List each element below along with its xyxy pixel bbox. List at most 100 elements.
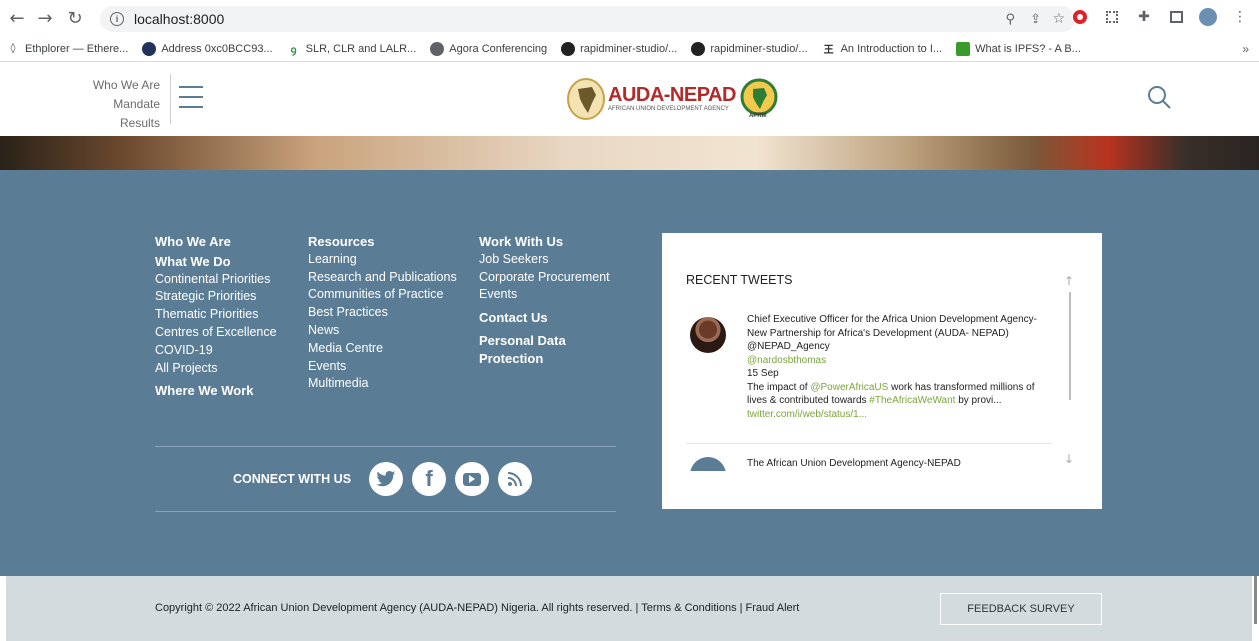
back-icon[interactable]: ← [6,7,28,29]
footer-what-we-do[interactable]: What We Do [155,253,277,271]
bookmark-item[interactable]: rapidminer-studio/... [561,41,677,56]
copyright-bar: Copyright © 2022 African Union Developme… [6,576,1252,641]
africa-emblem-icon [567,78,605,120]
tweet-handle[interactable]: @nardosbthomas [747,354,1052,368]
extensions-puzzle-icon[interactable]: ✚ [1135,8,1153,26]
url-text: localhost:8000 [134,11,225,27]
ethereum-icon: ◊ [10,43,16,54]
site-header: Who We Are Mandate Results AUDA-NEPAD AF… [0,62,1259,136]
etherscan-icon [142,41,157,56]
footer-link[interactable]: Strategic Priorities [155,288,277,306]
rss-icon[interactable] [498,462,533,496]
footer-link[interactable]: Continental Priorities [155,271,277,289]
youtube-icon[interactable] [455,462,490,496]
tweet-hashtag[interactable]: #TheAfricaWeWant [869,395,955,406]
browser-toolbar: ← → ↻ i localhost:8000 ⚲ ⇪ ☆ ✚ ⋮ [0,0,1259,36]
bookmark-item[interactable]: 王 An Introduction to I... [822,42,943,57]
copyright-text: Copyright © 2022 African Union Developme… [155,602,800,614]
footer-link[interactable]: Best Practices [308,304,457,322]
tweet-date: 15 Sep [747,368,779,379]
tweets-scrollbar[interactable] [1069,292,1071,400]
avatar [690,317,726,353]
github-icon [561,41,576,56]
footer-work-with-us[interactable]: Work With Us [479,233,610,251]
twitter-icon[interactable] [369,462,404,496]
menu-results[interactable]: Results [80,114,160,133]
auda-nepad-logo[interactable]: AUDA-NEPAD AFRICAN UNION DEVELOPMENT AGE… [566,70,784,128]
bookmark-item[interactable]: What is IPFS? - A B... [956,41,1081,56]
footer-link[interactable]: Media Centre [308,340,457,358]
github-icon [691,41,706,56]
scroll-down-icon[interactable]: ↓ [1064,452,1074,466]
footer-personal-data[interactable]: Personal Data [479,332,610,350]
zoom-icon[interactable]: ⚲ [1005,12,1015,27]
search-icon[interactable] [1146,84,1172,110]
footer-where-we-work[interactable]: Where We Work [155,382,277,400]
bookmark-star-icon[interactable]: ☆ [1052,11,1065,27]
site-info-icon[interactable]: i [110,12,124,26]
ipfs-icon [956,41,971,56]
bookmark-item[interactable]: Agora Conferencing [430,41,547,56]
tweet-link[interactable]: twitter.com/i/web/status/1... [747,408,1052,422]
bookmark-item[interactable]: Address 0xc0BCC93... [142,41,273,56]
forward-icon[interactable]: → [34,7,56,29]
hamburger-menu-icon[interactable] [170,74,203,124]
intro-doc-icon: 王 [823,45,834,56]
tweets-widget: RECENT TWEETS Chief Executive Officer fo… [662,233,1102,509]
footer-link[interactable]: COVID-19 [155,342,277,360]
footer-resources[interactable]: Resources [308,233,457,251]
bookmark-item[interactable]: rapidminer-studio/... [691,41,808,56]
bookmark-item[interactable]: ꝯ SLR, CLR and LALR... [287,42,417,56]
footer-link[interactable]: Communities of Practice [308,286,457,304]
logo-subtitle: AFRICAN UNION DEVELOPMENT AGENCY [608,106,729,112]
globe-icon [430,41,445,56]
browser-menu-icon[interactable]: ⋮ [1231,8,1249,26]
footer: Who We Are What We Do Continental Priori… [0,170,1259,576]
share-icon[interactable]: ⇪ [1030,12,1041,27]
footer-link[interactable]: Centres of Excellence [155,324,277,342]
footer-link[interactable]: Events [479,286,610,304]
footer-link[interactable]: Corporate Procurement [479,269,610,287]
profile-avatar-icon[interactable] [1199,8,1217,26]
footer-link[interactable]: All Projects [155,360,277,378]
bookmarks-overflow-icon[interactable]: » [1242,42,1249,56]
menu-who-we-are[interactable]: Who We Are [80,76,160,95]
qr-extension-icon[interactable] [1103,8,1121,26]
footer-contact-us[interactable]: Contact Us [479,309,610,327]
avatar [690,457,726,471]
facebook-icon[interactable]: f [412,462,447,496]
page-scrollbar[interactable] [1252,576,1259,641]
footer-who-we-are[interactable]: Who We Are [155,233,277,251]
address-bar[interactable]: i localhost:8000 ⚲ ⇪ ☆ [100,6,1075,32]
tweet-author[interactable]: The African Union Development Agency-NEP… [747,458,961,469]
footer-link[interactable]: Events [308,358,457,376]
aprm-emblem-icon: APRM [740,78,778,120]
footer-link[interactable]: Research and Publications [308,269,457,287]
footer-link[interactable]: Multimedia [308,375,457,393]
top-menu: Who We Are Mandate Results [80,76,160,133]
reload-icon[interactable]: ↻ [64,7,86,29]
sidepanel-icon[interactable] [1167,8,1185,26]
tweet-body: The impact of @PowerAfricaUS work has tr… [747,381,1035,407]
footer-link[interactable]: Thematic Priorities [155,306,277,324]
tweet-divider [686,443,1052,444]
connect-section: CONNECT WITH US f [155,446,616,512]
logo-title: AUDA-NEPAD [608,84,736,106]
footer-protection[interactable]: Protection [479,350,610,368]
menu-mandate[interactable]: Mandate [80,95,160,114]
footer-col-about: Who We Are What We Do Continental Priori… [155,233,277,400]
tweet-mention[interactable]: @PowerAfricaUS [810,382,888,393]
hero-image-strip [0,136,1259,170]
footer-link[interactable]: Job Seekers [479,251,610,269]
opera-extension-icon[interactable] [1071,8,1089,26]
scroll-up-icon[interactable]: ↑ [1064,274,1074,288]
bookmark-item[interactable]: ◊ Ethplorer — Ethere... [6,42,129,56]
feedback-survey-button[interactable]: FEEDBACK SURVEY [940,593,1102,625]
footer-link[interactable]: Learning [308,251,457,269]
bookmarks-bar: ◊ Ethplorer — Ethere... Address 0xc0BCC93… [0,36,1259,62]
footer-link[interactable]: News [308,322,457,340]
geeks-icon: ꝯ [290,44,297,56]
footer-col-work: Work With Us Job Seekers Corporate Procu… [479,233,610,368]
connect-label: CONNECT WITH US [233,472,352,486]
tweets-title: RECENT TWEETS [686,273,793,287]
